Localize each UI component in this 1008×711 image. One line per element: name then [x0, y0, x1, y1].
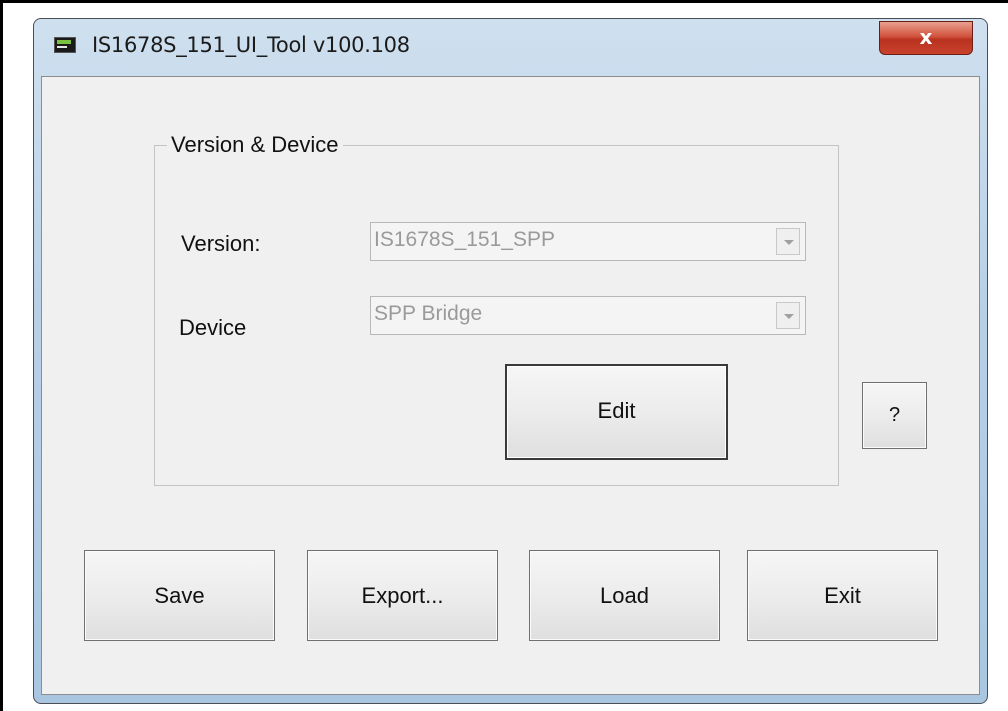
load-button[interactable]: Load	[529, 550, 720, 641]
window-title: IS1678S_151_UI_Tool v100.108	[92, 33, 410, 57]
device-select-value: SPP Bridge	[374, 302, 483, 325]
version-select-value: IS1678S_151_SPP	[374, 228, 555, 251]
edit-button-label: Edit	[597, 398, 636, 423]
help-button[interactable]: ?	[862, 382, 927, 449]
edit-button[interactable]: Edit	[505, 364, 728, 460]
save-button[interactable]: Save	[84, 550, 275, 641]
version-label: Version:	[181, 231, 261, 256]
close-button[interactable]: x	[879, 21, 973, 55]
close-icon: x	[919, 25, 933, 49]
chevron-down-icon[interactable]	[776, 228, 800, 255]
export-button[interactable]: Export...	[307, 550, 498, 641]
device-label: Device	[179, 315, 247, 340]
app-window: IS1678S_151_UI_Tool v100.108 x Version &…	[33, 18, 988, 704]
version-select[interactable]: IS1678S_151_SPP	[370, 222, 806, 261]
help-button-label: ?	[888, 404, 901, 426]
group-legend: Version & Device	[167, 132, 343, 158]
load-button-label: Load	[600, 583, 649, 608]
chevron-down-icon[interactable]	[776, 302, 800, 329]
device-select[interactable]: SPP Bridge	[370, 296, 806, 335]
export-button-label: Export...	[361, 583, 444, 608]
version-device-group: Version & Device Version: IS1678S_151_SP…	[154, 132, 839, 486]
save-button-label: Save	[154, 583, 205, 608]
dialog-client-area: Version & Device Version: IS1678S_151_SP…	[41, 76, 980, 695]
app-icon	[54, 37, 76, 53]
exit-button[interactable]: Exit	[747, 550, 938, 641]
screenshot-canvas: IS1678S_151_UI_Tool v100.108 x Version &…	[0, 0, 1008, 711]
title-bar[interactable]: IS1678S_151_UI_Tool v100.108 x	[34, 19, 987, 77]
exit-button-label: Exit	[824, 583, 861, 608]
